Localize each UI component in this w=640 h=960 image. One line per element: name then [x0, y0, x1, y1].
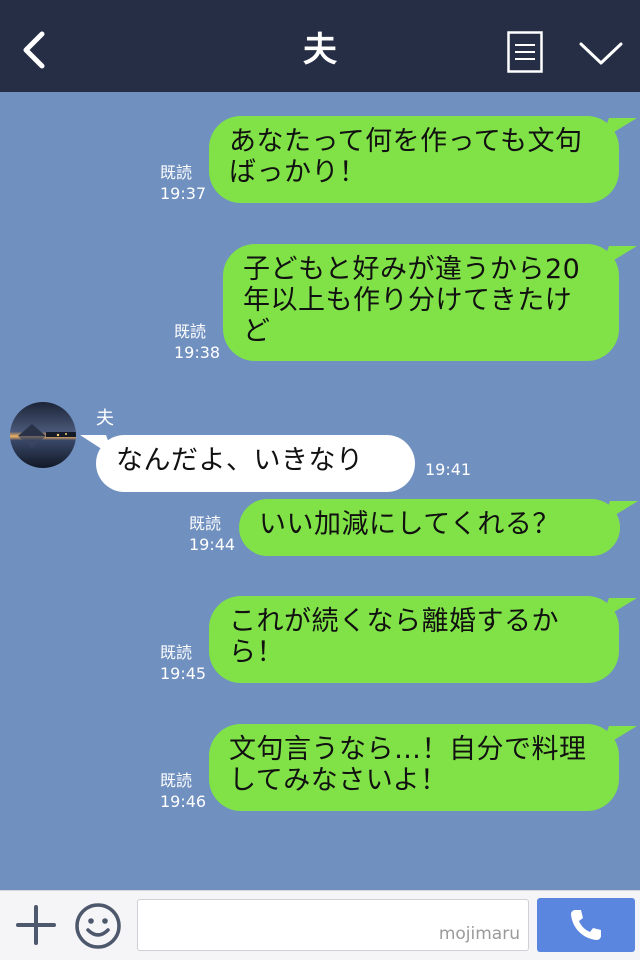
outgoing-message-bubble[interactable]: あなたって何を作っても文句ばっかり！ [209, 116, 619, 203]
call-button[interactable] [537, 898, 635, 952]
message-time: 19:46 [160, 792, 207, 811]
chat-title: 夫 [303, 30, 337, 70]
read-receipt: 既読 [174, 322, 207, 341]
incoming-message-bubble[interactable]: なんだよ、いきなり [96, 435, 415, 492]
read-receipt: 既読 [189, 514, 222, 533]
chat-area[interactable]: 既読 19:37 あなたって何を作っても文句ばっかり！ 既読 19:38 子ども… [0, 92, 640, 890]
header-bar: 夫 [0, 0, 640, 92]
composer-bar: mojimaru [0, 890, 640, 960]
watermark-text: mojimaru [438, 924, 520, 944]
smiley-icon[interactable] [74, 902, 122, 950]
avatar[interactable] [10, 402, 76, 468]
read-receipt: 既読 [160, 771, 193, 790]
message-meta: 既読 19:45 [160, 642, 206, 684]
chevron-down-icon[interactable] [578, 38, 624, 68]
plus-icon[interactable] [14, 903, 58, 947]
read-receipt: 既読 [160, 643, 193, 662]
outgoing-message-bubble[interactable]: これが続くなら離婚するから！ [209, 596, 619, 683]
message-time: 19:45 [160, 664, 207, 683]
sender-name: 夫 [96, 408, 114, 429]
message-time: 19:38 [174, 343, 221, 362]
message-time: 19:44 [189, 535, 236, 554]
message-time: 19:41 [425, 460, 472, 479]
message-meta: 既読 19:38 [174, 321, 220, 363]
message-meta: 既読 19:46 [160, 770, 206, 812]
notes-icon[interactable] [507, 31, 543, 73]
read-receipt: 既読 [160, 163, 193, 182]
message-meta: 既読 19:37 [160, 162, 206, 204]
outgoing-message-bubble[interactable]: 文句言うなら…！自分で料理してみなさいよ！ [209, 724, 619, 811]
outgoing-message-bubble[interactable]: 子どもと好みが違うから20年以上も作り分けてきたけど [223, 244, 619, 361]
message-meta: 既読 19:44 [189, 513, 235, 555]
message-time: 19:37 [160, 184, 207, 203]
phone-icon [571, 910, 601, 940]
outgoing-message-bubble[interactable]: いい加減にしてくれる？ [239, 499, 620, 556]
